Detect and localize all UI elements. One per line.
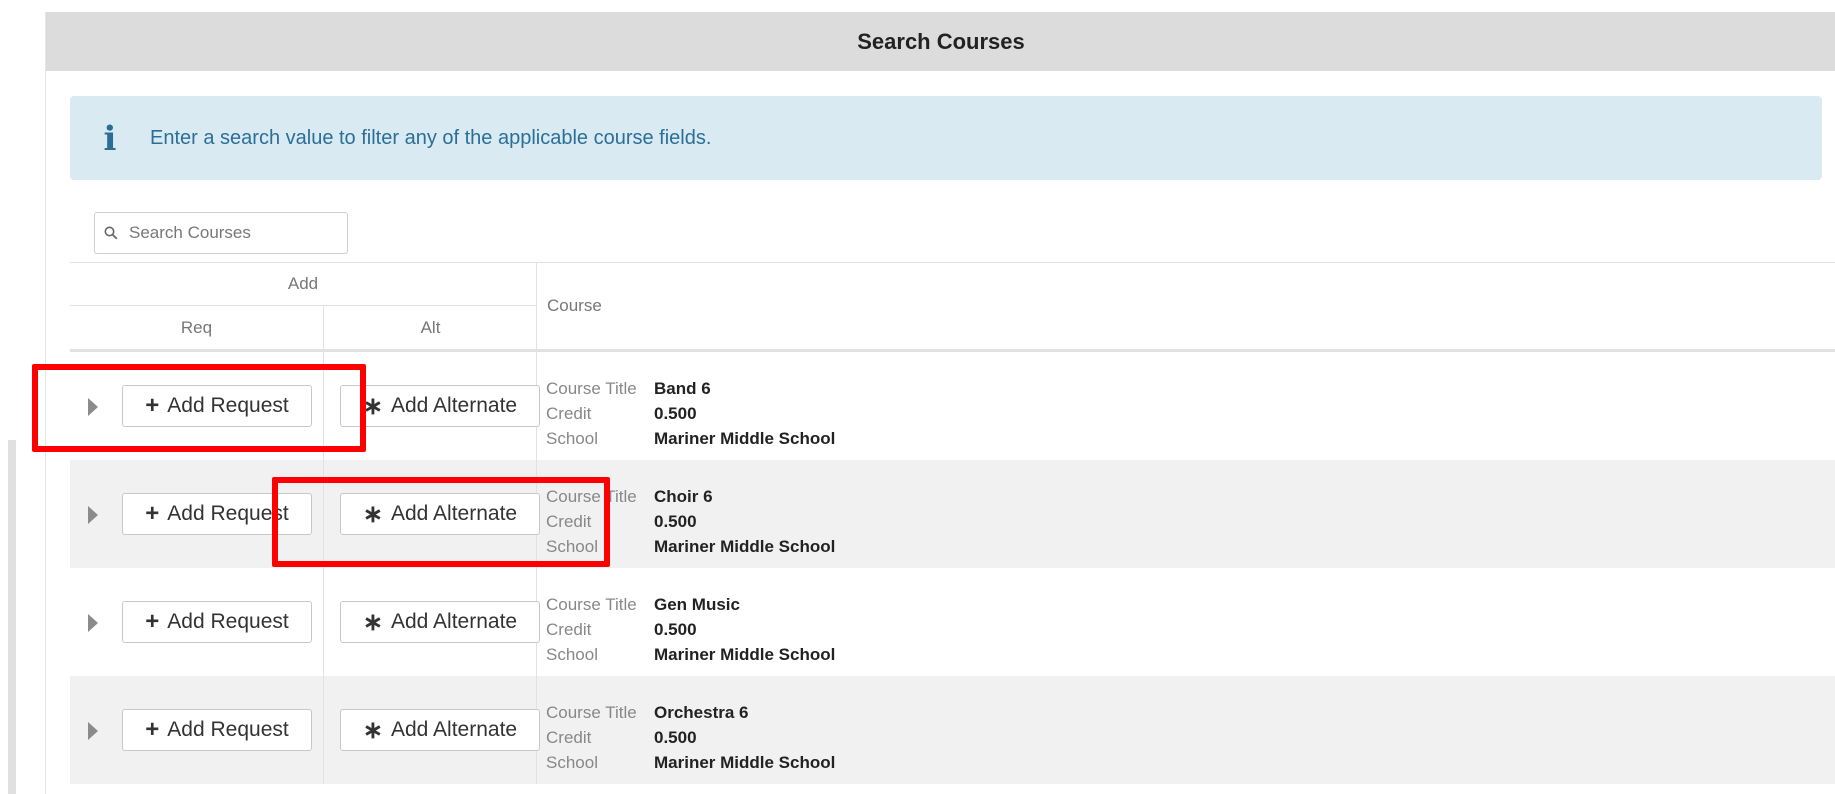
header-req: Req [180, 317, 213, 337]
course-details: Course Title Band 6 Credit 0.500 School Mar… [546, 376, 835, 451]
add-request-button[interactable]: + Add Request [122, 601, 312, 643]
add-alternate-button[interactable]: ∗ Add Alternate [340, 601, 540, 643]
credit-label: Credit [546, 728, 592, 747]
course-details: Course Title Orchestra 6 Credit 0.500 Scho… [546, 700, 835, 775]
asterisk-icon: ∗ [362, 716, 383, 744]
expand-row-arrow-icon[interactable] [88, 722, 98, 740]
search-box[interactable] [94, 212, 348, 254]
add-request-label: Add Request [167, 502, 289, 525]
credit-value: 0.500 [654, 512, 697, 531]
table-row: + Add Request ∗ Add Alternate Course Tit… [70, 676, 1835, 784]
course-title-label: Course Title [546, 379, 637, 398]
table-header: Add Req Alt Course [70, 262, 1835, 352]
credit-label: Credit [546, 620, 592, 639]
add-alternate-label: Add Alternate [391, 502, 518, 525]
info-alert: i Enter a search value to filter any of … [70, 96, 1822, 180]
course-title-value: Choir 6 [654, 487, 713, 506]
add-alternate-label: Add Alternate [391, 610, 518, 633]
credit-value: 0.500 [654, 404, 697, 423]
header-course: Course [536, 263, 602, 349]
plus-icon: + [145, 608, 160, 635]
add-alternate-button[interactable]: ∗ Add Alternate [340, 493, 540, 535]
plus-icon: + [145, 500, 160, 527]
school-value: Mariner Middle School [654, 429, 836, 448]
expand-row-arrow-icon[interactable] [88, 398, 98, 416]
add-alternate-label: Add Alternate [391, 718, 518, 741]
plus-icon: + [145, 716, 160, 743]
course-details: Course Title Gen Music Credit 0.500 School… [546, 592, 835, 667]
info-icon: i [103, 119, 117, 159]
left-scrollbar[interactable] [8, 440, 16, 794]
asterisk-icon: ∗ [362, 392, 383, 420]
add-request-button[interactable]: + Add Request [122, 709, 312, 751]
credit-label: Credit [546, 512, 592, 531]
search-input[interactable] [127, 222, 341, 244]
add-request-label: Add Request [167, 394, 289, 417]
add-request-button[interactable]: + Add Request [122, 493, 312, 535]
school-label: School [546, 753, 598, 772]
search-courses-panel: Search Courses i Enter a search value to… [45, 12, 1835, 794]
school-value: Mariner Middle School [654, 645, 836, 664]
course-title-label: Course Title [546, 703, 637, 722]
add-alternate-label: Add Alternate [391, 394, 518, 417]
header-alt: Alt [323, 306, 537, 349]
course-title-label: Course Title [546, 487, 637, 506]
panel-title: Search Courses [46, 12, 1835, 71]
course-details: Course Title Choir 6 Credit 0.500 School Ma… [546, 484, 835, 559]
add-alternate-button[interactable]: ∗ Add Alternate [340, 709, 540, 751]
course-title-value: Band 6 [654, 379, 711, 398]
course-title-label: Course Title [546, 595, 637, 614]
credit-value: 0.500 [654, 728, 697, 747]
asterisk-icon: ∗ [362, 500, 383, 528]
info-message: Enter a search value to filter any of th… [150, 126, 712, 149]
courses-table: Add Req Alt Course + Add Request ∗ Add A… [70, 262, 1835, 784]
table-row: + Add Request ∗ Add Alternate Course Tit… [70, 352, 1835, 460]
table-row: + Add Request ∗ Add Alternate Course Tit… [70, 460, 1835, 568]
expand-row-arrow-icon[interactable] [88, 506, 98, 524]
search-icon [95, 226, 127, 240]
course-title-value: Gen Music [654, 595, 740, 614]
school-label: School [546, 645, 598, 664]
table-row: + Add Request ∗ Add Alternate Course Tit… [70, 568, 1835, 676]
add-alternate-button[interactable]: ∗ Add Alternate [340, 385, 540, 427]
add-request-label: Add Request [167, 718, 289, 741]
school-label: School [546, 429, 598, 448]
asterisk-icon: ∗ [362, 608, 383, 636]
school-value: Mariner Middle School [654, 753, 836, 772]
expand-row-arrow-icon[interactable] [88, 614, 98, 632]
header-add: Add [70, 263, 536, 306]
school-value: Mariner Middle School [654, 537, 836, 556]
plus-icon: + [145, 392, 160, 419]
credit-value: 0.500 [654, 620, 697, 639]
add-request-button[interactable]: + Add Request [122, 385, 312, 427]
course-title-value: Orchestra 6 [654, 703, 749, 722]
school-label: School [546, 537, 598, 556]
credit-label: Credit [546, 404, 592, 423]
add-request-label: Add Request [167, 610, 289, 633]
